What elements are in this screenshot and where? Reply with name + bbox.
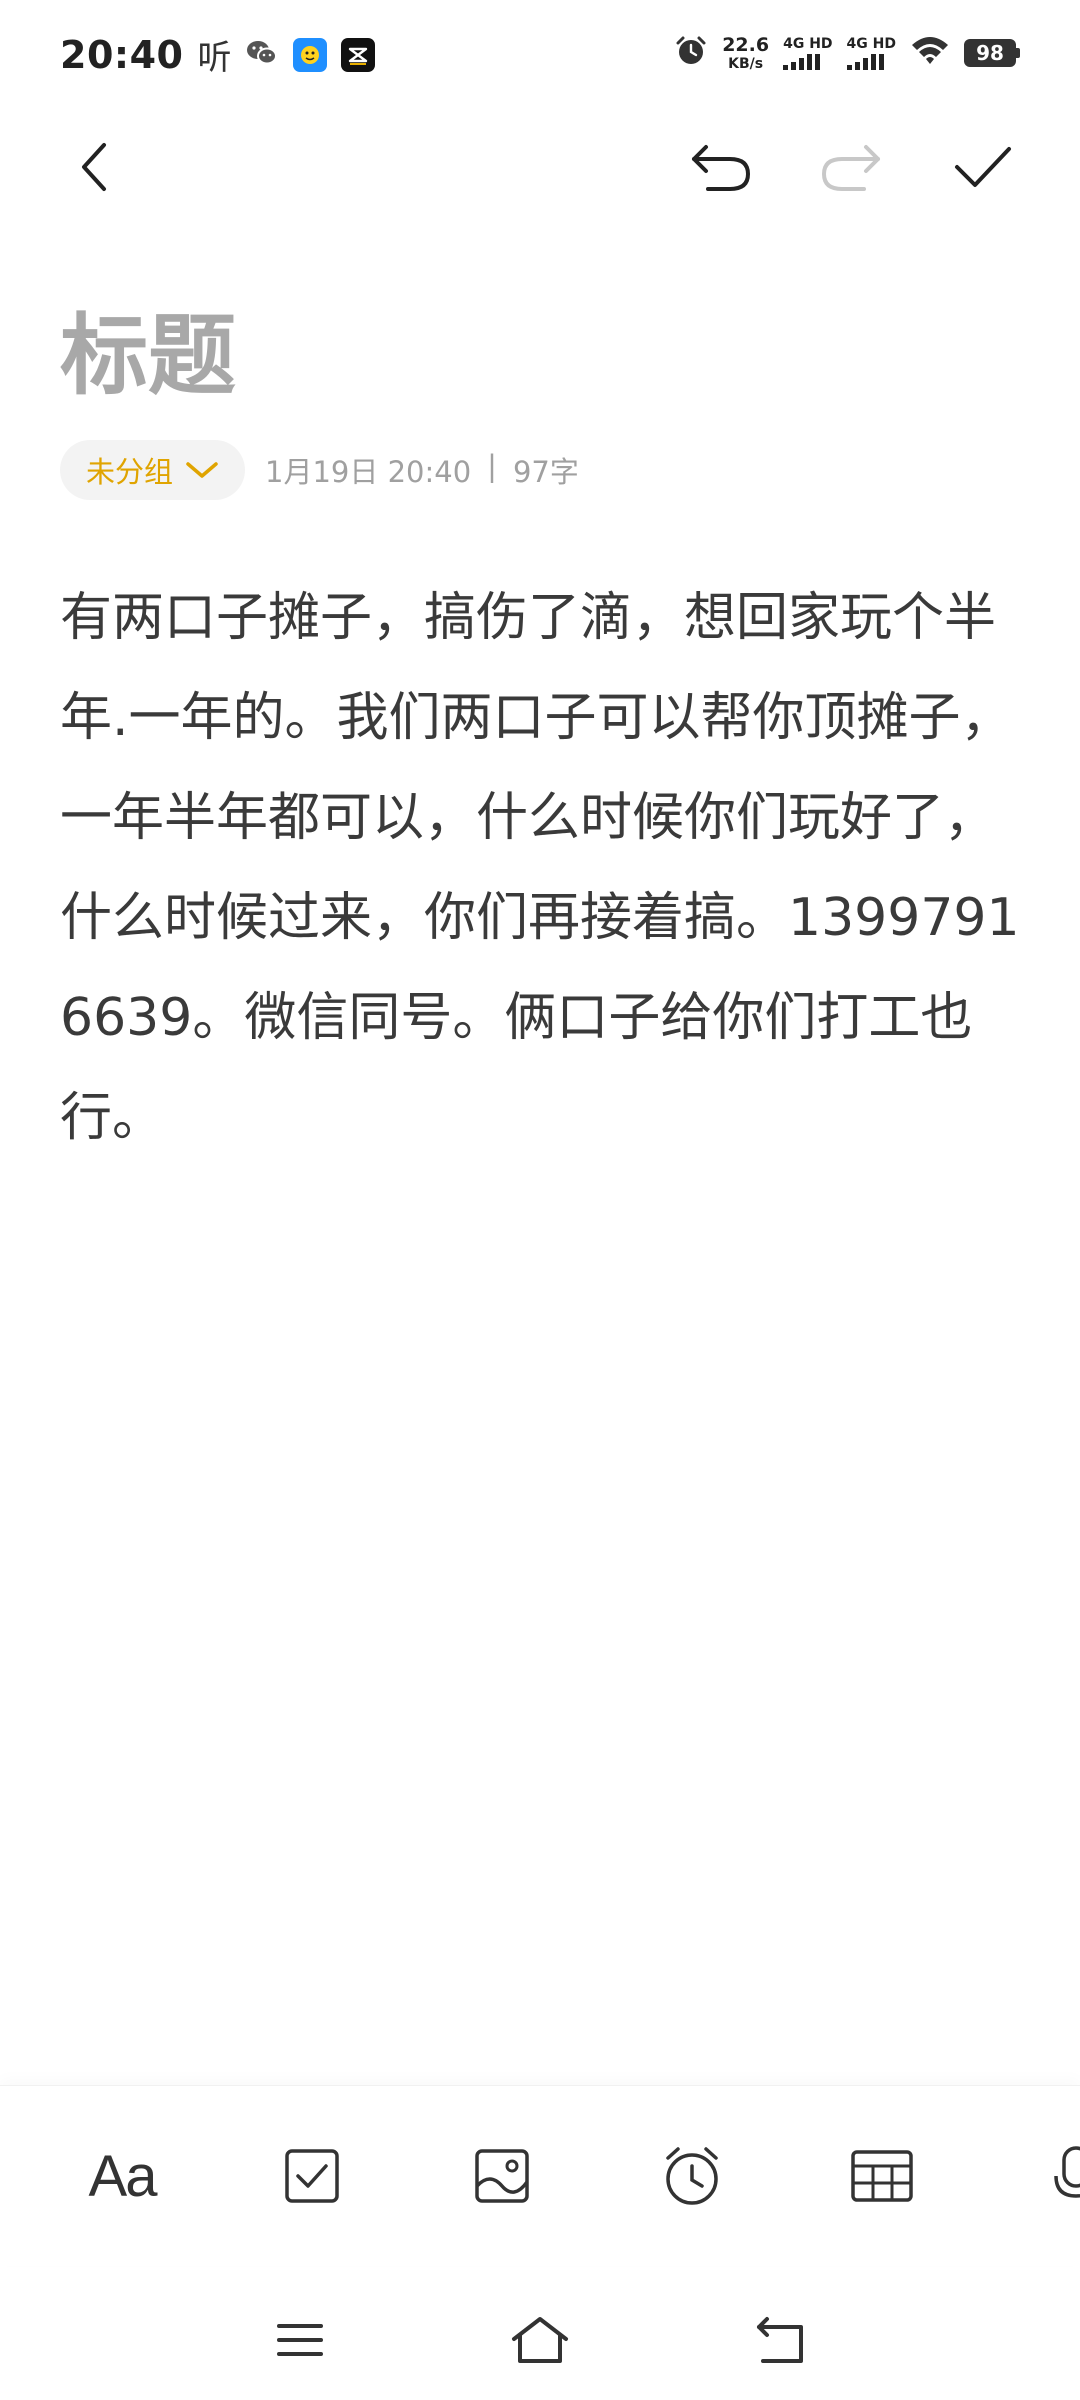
check-icon xyxy=(955,147,1011,187)
status-right: 22.6 KB/s 4G HD 4G HD 98 xyxy=(674,34,1020,72)
home-icon xyxy=(512,2317,568,2363)
insert-table-button[interactable] xyxy=(832,2126,932,2226)
status-left: 20:40 听 xyxy=(60,30,376,79)
note-word-count: 97字 xyxy=(512,455,579,489)
signal-bars-icon xyxy=(846,53,884,70)
table-icon xyxy=(851,2150,913,2202)
sim1-label: 4G HD xyxy=(783,35,833,52)
net-speed-unit: KB/s xyxy=(728,55,764,72)
voice-input-button[interactable] xyxy=(1022,2126,1080,2226)
microphone-icon xyxy=(1054,2146,1080,2198)
wifi-icon xyxy=(910,35,950,71)
note-meta-row: 未分组 1月19日 20:40 | 97字 xyxy=(60,440,579,500)
alarm-icon xyxy=(666,2147,718,2205)
group-selector[interactable]: 未分组 xyxy=(60,440,246,500)
qq-app-icon xyxy=(293,37,328,72)
checklist-button[interactable] xyxy=(262,2126,362,2226)
done-button[interactable] xyxy=(938,122,1028,212)
alarm-status-icon xyxy=(674,34,708,72)
status-time: 20:40 xyxy=(60,32,184,77)
back-icon xyxy=(757,2317,803,2363)
group-label: 未分组 xyxy=(86,455,174,489)
redo-button[interactable] xyxy=(806,122,896,212)
text-style-icon: Aa xyxy=(88,2143,158,2209)
editor-toolbar xyxy=(0,112,1080,222)
recent-apps-button[interactable] xyxy=(250,2300,350,2380)
home-button[interactable] xyxy=(490,2300,590,2380)
note-title-field[interactable]: 标题 xyxy=(60,312,236,400)
status-bar: 20:40 听 22.6 KB/s 4G HD 4G HD 98 xyxy=(0,0,1080,112)
menu-icon xyxy=(277,2324,323,2356)
chevron-left-icon xyxy=(82,143,106,191)
battery-icon: 98 xyxy=(964,39,1020,67)
chevron-down-icon xyxy=(186,462,218,478)
ting-icon: 听 xyxy=(197,38,232,78)
wechat-icon xyxy=(245,36,279,74)
image-icon xyxy=(475,2149,529,2203)
checkbox-icon xyxy=(285,2149,339,2203)
insert-image-button[interactable] xyxy=(452,2126,552,2226)
format-toolbar: Aa xyxy=(0,2085,1080,2266)
sim2-label: 4G HD xyxy=(846,35,896,52)
system-nav-bar xyxy=(0,2280,1080,2400)
redo-icon xyxy=(821,145,880,191)
meta-separator: | xyxy=(487,449,497,483)
net-speed-value: 22.6 xyxy=(722,33,770,56)
note-date: 1月19日 20:40 xyxy=(265,455,472,489)
text-style-button[interactable]: Aa xyxy=(72,2126,172,2226)
capcut-app-icon xyxy=(341,37,376,72)
undo-icon xyxy=(692,145,751,191)
signal-bars-icon xyxy=(783,53,821,70)
battery-level: 98 xyxy=(964,39,1016,67)
sim2-signal: 4G HD xyxy=(846,35,896,70)
note-body-field[interactable]: 有两口子摊子，搞伤了滴，想回家玩个半年.一年的。我们两口子可以帮你顶摊子，一年半… xyxy=(60,568,1020,1168)
back-button[interactable] xyxy=(50,122,140,212)
reminder-button[interactable] xyxy=(642,2126,742,2226)
sim1-signal: 4G HD xyxy=(783,35,833,70)
undo-button[interactable] xyxy=(676,122,766,212)
network-speed: 22.6 KB/s xyxy=(722,33,770,72)
nav-back-button[interactable] xyxy=(730,2300,830,2380)
note-meta-info: 1月19日 20:40 | 97字 xyxy=(265,449,579,491)
